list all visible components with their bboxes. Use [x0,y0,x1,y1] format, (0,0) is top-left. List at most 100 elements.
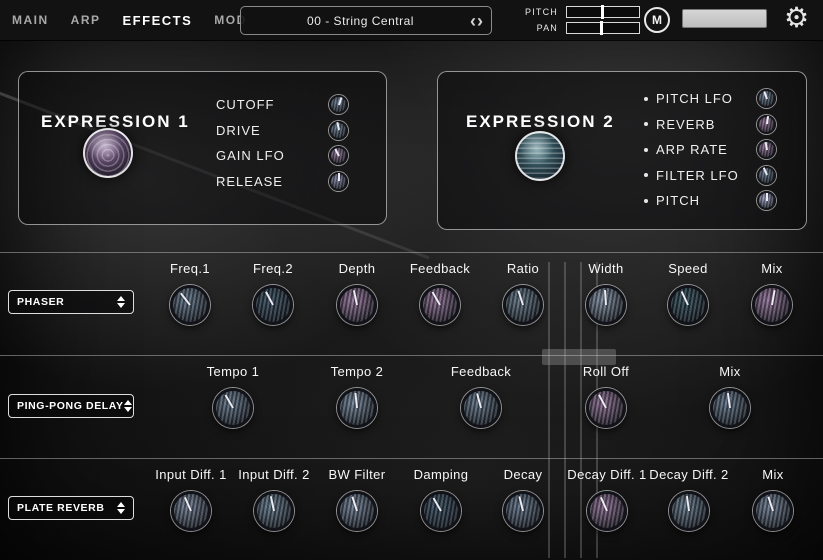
knob-label: Decay Diff. 2 [647,467,731,484]
ratio-knob[interactable] [503,285,543,325]
tab-effects[interactable]: EFFECTS [123,13,193,28]
target-label: RELEASE [216,174,329,189]
select-updown-icon [124,400,132,412]
expression1-morph-pad[interactable] [83,128,133,178]
effect2-type-label: PING-PONG DELAY [17,400,124,412]
knob-group-width: Width [564,261,648,325]
decay-diff2-knob[interactable] [669,491,709,531]
nav-tabs: MAIN ARP EFFECTS MOD [12,0,247,40]
effect3-type-label: PLATE REVERB [17,502,105,514]
bullet-dot [644,199,648,203]
tempo2-knob[interactable] [337,388,377,428]
decay-diff1-knob[interactable] [587,491,627,531]
knob-group-decay-diff2: Decay Diff. 2 [647,467,731,531]
settings-gear-icon[interactable]: ⚙ [784,1,809,34]
input-diff2-knob[interactable] [254,491,294,531]
expression2-panel: EXPRESSION 2 PITCH LFO REVERB ARP RATE F… [437,71,807,230]
pitch-lfo-amount-knob[interactable] [757,89,776,108]
bullet-dot [644,173,648,177]
knob-group-damping: Damping [399,467,483,531]
master-volume-slider[interactable] [682,9,767,28]
expression2-item-filter-lfo: FILTER LFO [644,163,776,189]
effect1-type-select[interactable]: PHASER [8,290,134,314]
knob-label: Tempo 2 [315,364,399,381]
arp-rate-amount-knob[interactable] [757,140,776,159]
select-updown-icon [117,502,125,514]
target-label: DRIVE [216,123,329,138]
select-updown-icon [117,296,125,308]
effect1-type-label: PHASER [17,296,64,308]
knob-label: Width [564,261,648,278]
damping-knob[interactable] [421,491,461,531]
tempo1-knob[interactable] [213,388,253,428]
knob-label: Roll Off [564,364,648,381]
knob-group-freq2: Freq.2 [231,261,315,325]
pitch-amount-knob[interactable] [757,191,776,210]
mute-button[interactable]: M [644,7,670,33]
expression1-item-drive: DRIVE [216,118,348,144]
knob-group-decay-diff1: Decay Diff. 1 [565,467,649,531]
effect-slot-3: PLATE REVERB Input Diff. 1 Input Diff. 2… [0,458,823,560]
knob-label: Decay Diff. 1 [565,467,649,484]
knob-group-mix: Mix [688,364,772,428]
drive-amount-knob[interactable] [329,121,348,140]
pan-row: PAN [500,20,640,36]
target-label: GAIN LFO [216,148,329,163]
filter-lfo-amount-knob[interactable] [757,166,776,185]
feedback-knob[interactable] [461,388,501,428]
depth-knob[interactable] [337,285,377,325]
mix-knob[interactable] [753,491,793,531]
preset-selector[interactable]: 00 - String Central ‹ › [240,6,492,35]
effect2-type-select[interactable]: PING-PONG DELAY [8,394,134,418]
knob-label: Feedback [398,261,482,278]
expression2-item-pitch-lfo: PITCH LFO [644,86,776,112]
plugin-window: MAIN ARP EFFECTS MOD 00 - String Central… [0,0,823,560]
speed-knob[interactable] [668,285,708,325]
knob-group-input-diff1: Input Diff. 1 [149,467,233,531]
expression2-title: EXPRESSION 2 [466,112,615,132]
rolloff-knob[interactable] [586,388,626,428]
feedback-knob[interactable] [420,285,460,325]
pitch-slider[interactable] [566,6,640,18]
freq1-knob[interactable] [170,285,210,325]
knob-label: Speed [646,261,730,278]
pan-slider[interactable] [566,22,640,34]
expression1-item-cutoff: CUTOFF [216,92,348,118]
expression2-morph-pad[interactable] [515,131,565,181]
expression2-item-pitch: PITCH [644,188,776,214]
knob-label: Input Diff. 1 [149,467,233,484]
tab-arp[interactable]: ARP [71,13,101,27]
effect3-type-select[interactable]: PLATE REVERB [8,496,134,520]
knob-group-freq1: Freq.1 [148,261,232,325]
knob-label: Freq.1 [148,261,232,278]
cutoff-amount-knob[interactable] [329,95,348,114]
knob-label: Ratio [481,261,565,278]
knob-group-input-diff2: Input Diff. 2 [232,467,316,531]
expression1-targets: CUTOFF DRIVE GAIN LFO RELEASE [216,92,348,194]
knob-label: BW Filter [315,467,399,484]
decay-knob[interactable] [503,491,543,531]
bullet-dot [644,122,648,126]
knob-label: Freq.2 [231,261,315,278]
knob-group-speed: Speed [646,261,730,325]
input-diff1-knob[interactable] [171,491,211,531]
target-label: PITCH [656,193,757,208]
pitch-pan-section: PITCH PAN [500,4,640,36]
tab-main[interactable]: MAIN [12,13,49,27]
knob-label: Tempo 1 [191,364,275,381]
mix-knob[interactable] [710,388,750,428]
preset-next-icon[interactable]: › [477,12,483,30]
knob-group-tempo1: Tempo 1 [191,364,275,428]
width-knob[interactable] [586,285,626,325]
mix-knob[interactable] [752,285,792,325]
release-amount-knob[interactable] [329,172,348,191]
expression1-item-release: RELEASE [216,169,348,195]
knob-group-mix: Mix [731,467,815,531]
bw-filter-knob[interactable] [337,491,377,531]
reverb-amount-knob[interactable] [757,115,776,134]
gain-lfo-amount-knob[interactable] [329,146,348,165]
freq2-knob[interactable] [253,285,293,325]
knob-group-feedback: Feedback [439,364,523,428]
preset-prev-icon[interactable]: ‹ [470,12,476,30]
target-label: CUTOFF [216,97,329,112]
